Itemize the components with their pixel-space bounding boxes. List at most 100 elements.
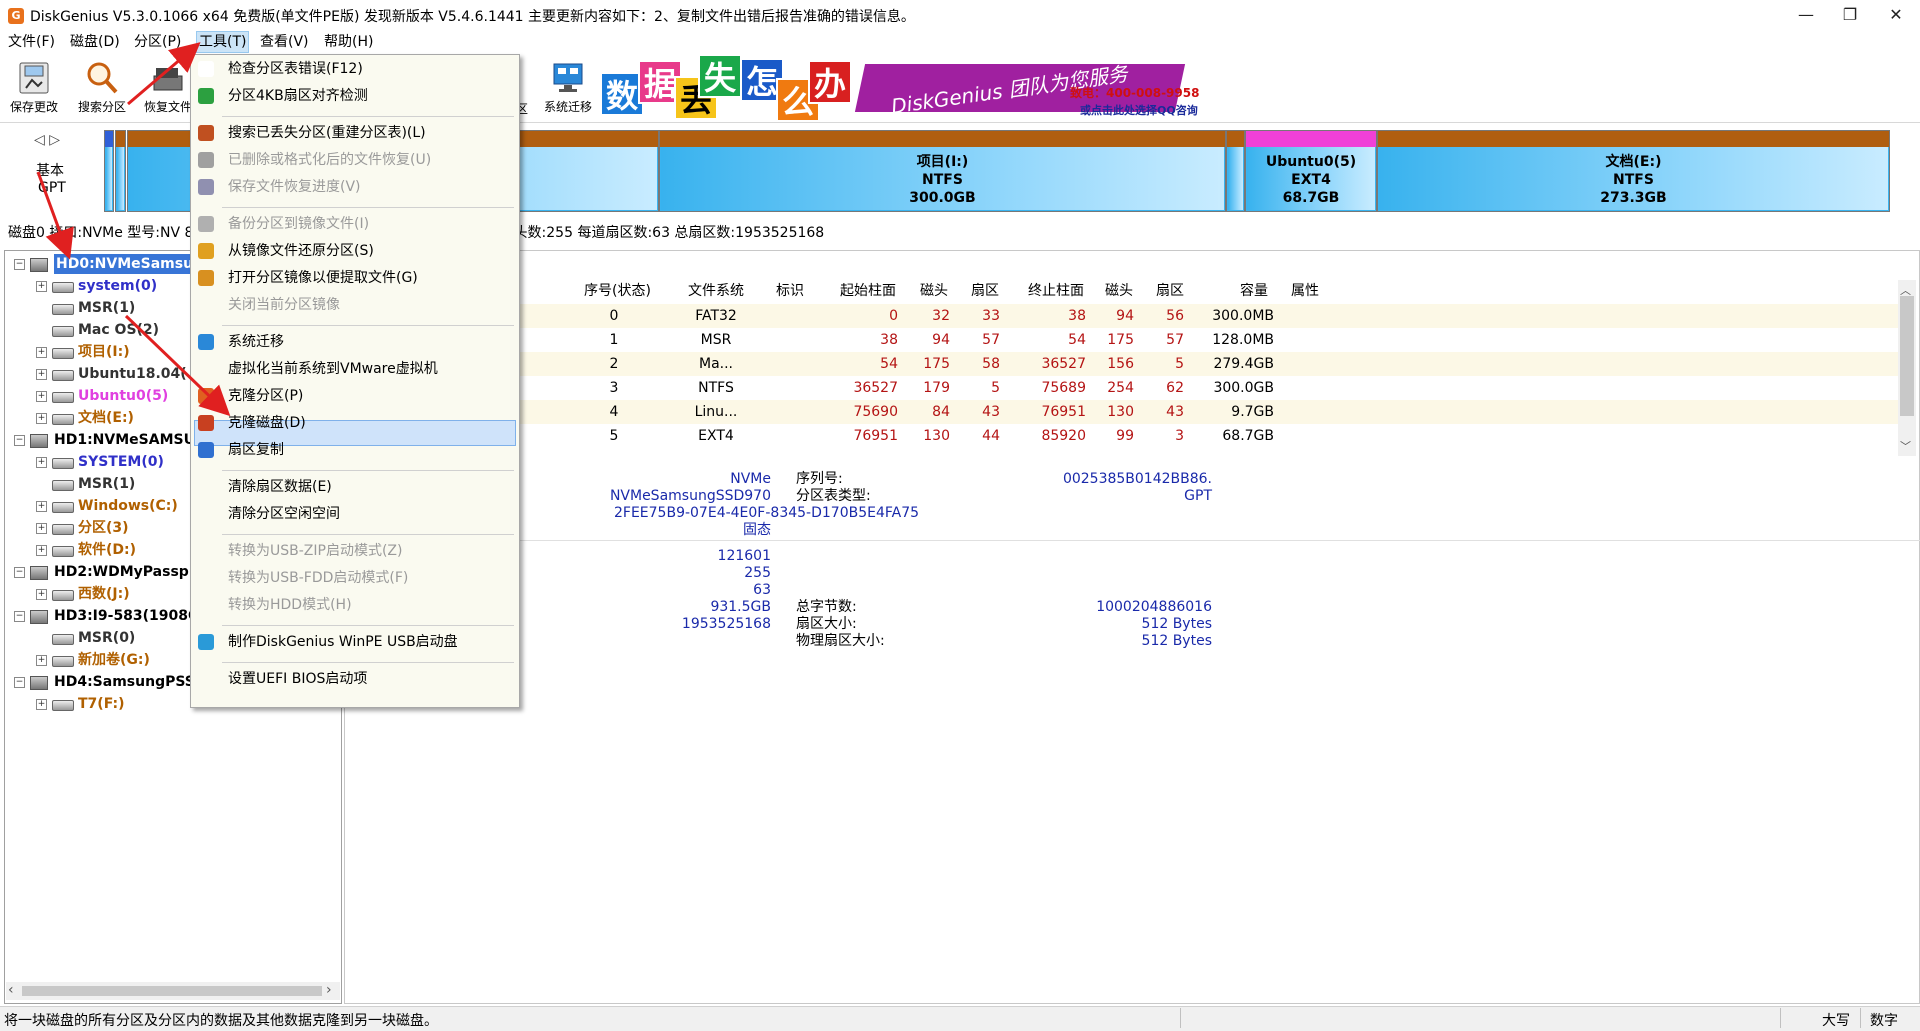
- scroll-left-icon[interactable]: ‹: [8, 982, 14, 998]
- partition-name: 文档(E:): [1605, 154, 1662, 170]
- menu-item-icon: [198, 442, 214, 458]
- tools-menu-item[interactable]: 清除分区空闲空间: [228, 503, 340, 525]
- table-cell: 32: [932, 308, 950, 324]
- menu-tools[interactable]: 工具(T): [196, 31, 250, 53]
- close-button[interactable]: ✕: [1868, 0, 1920, 30]
- tools-menu-item[interactable]: 搜索已丢失分区(重建分区表)(L): [228, 122, 426, 144]
- tree-expand-toggle[interactable]: +: [36, 545, 47, 556]
- tree-partition-item[interactable]: 文档(E:): [78, 408, 134, 428]
- tree-partition-item[interactable]: 新加卷(G:): [78, 650, 150, 670]
- tree-partition-item[interactable]: Ubuntu0(5): [78, 386, 168, 406]
- tree-expand-toggle[interactable]: −: [14, 611, 25, 622]
- table-header-cell[interactable]: 文件系统: [686, 280, 746, 302]
- menu-separator: [222, 662, 514, 663]
- tree-partition-item[interactable]: 分区(3): [78, 518, 129, 538]
- tools-menu-item: 转换为USB-FDD启动模式(F): [228, 570, 409, 586]
- tools-menu-item[interactable]: 检查分区表错误(F12): [228, 58, 363, 80]
- tree-disk-item[interactable]: HD1:NVMeSAMSU: [54, 430, 195, 450]
- tree-partition-item[interactable]: MSR(1): [78, 474, 135, 494]
- tools-menu-item[interactable]: 扇区复制: [228, 439, 284, 461]
- tree-expand-toggle[interactable]: +: [36, 699, 47, 710]
- tree-scroll-thumb[interactable]: [22, 986, 322, 996]
- tree-expand-toggle[interactable]: +: [36, 523, 47, 534]
- tree-disk-item[interactable]: HD3:I9-583(1908G: [54, 606, 200, 626]
- partition-block-docs[interactable]: 文档(E:) NTFS 273.3GB: [1377, 130, 1890, 212]
- table-cell: 156: [1107, 356, 1134, 372]
- menu-help[interactable]: 帮助(H): [322, 32, 375, 52]
- tree-expand-toggle[interactable]: +: [36, 655, 47, 666]
- banner-char: 失: [698, 54, 742, 98]
- tree-partition-item[interactable]: Windows(C:): [78, 496, 178, 516]
- search-partition-button[interactable]: 搜索分区: [70, 56, 134, 118]
- tree-partition-item[interactable]: system(0): [78, 276, 157, 296]
- tree-expand-toggle[interactable]: +: [36, 369, 47, 380]
- tree-disk-item[interactable]: HD0:NVMeSamsu: [54, 254, 196, 274]
- tree-expand-toggle[interactable]: +: [36, 457, 47, 468]
- tree-disk-item[interactable]: HD4:SamsungPSS: [54, 672, 195, 692]
- table-header-cell[interactable]: 属性: [1275, 280, 1335, 302]
- tree-expand-toggle[interactable]: −: [14, 259, 25, 270]
- tools-menu-item: 保存文件恢复进度(V): [228, 179, 361, 195]
- tools-menu-item[interactable]: 系统迁移: [228, 331, 284, 353]
- table-scroll-thumb[interactable]: [1900, 296, 1914, 416]
- ad-banner[interactable]: 数 据 丢 失 怎 么 办 DiskGenius 团队为您服务 致电：400-0…: [600, 54, 1212, 120]
- tree-expand-toggle[interactable]: −: [14, 677, 25, 688]
- tree-expand-toggle[interactable]: +: [36, 589, 47, 600]
- tree-partition-item[interactable]: 西数(J:): [78, 584, 130, 604]
- table-header-cell[interactable]: 标识: [760, 280, 820, 302]
- disk-nav-arrows[interactable]: ◁ ▷: [34, 132, 60, 148]
- tree-partition-item[interactable]: MSR(1): [78, 298, 135, 318]
- tree-partition-item[interactable]: Ubuntu18.04(: [78, 364, 187, 384]
- tree-partition-item[interactable]: 项目(I:): [78, 342, 130, 362]
- tree-expand-toggle[interactable]: +: [36, 413, 47, 424]
- tree-expand-toggle[interactable]: −: [14, 435, 25, 446]
- tree-expand-toggle[interactable]: −: [14, 567, 25, 578]
- info-total-bytes-label: 总字节数:: [796, 599, 857, 615]
- tools-menu-item[interactable]: 克隆分区(P): [228, 385, 303, 407]
- scroll-down-icon[interactable]: ﹀: [1900, 438, 1911, 454]
- partition-block-projects[interactable]: 项目(I:) NTFS 300.0GB: [659, 130, 1226, 212]
- table-header-cell[interactable]: 终止柱面: [1026, 280, 1086, 302]
- tree-partition-item[interactable]: T7(F:): [78, 694, 124, 714]
- tree-partition-item[interactable]: SYSTEM(0): [78, 452, 164, 472]
- menu-separator: [222, 116, 514, 117]
- partition-block-linux[interactable]: [1226, 130, 1245, 212]
- tree-partition-item[interactable]: MSR(0): [78, 628, 135, 648]
- tools-menu-item[interactable]: 从镜像文件还原分区(S): [228, 240, 374, 262]
- disk-type-label: 基本: [36, 163, 64, 179]
- tools-menu-item[interactable]: 分区4KB扇区对齐检测: [228, 85, 368, 107]
- tree-expand-toggle[interactable]: +: [36, 281, 47, 292]
- tools-menu-item[interactable]: 克隆磁盘(D): [228, 412, 306, 434]
- menu-view[interactable]: 查看(V): [258, 32, 311, 52]
- partition-block-1[interactable]: [115, 130, 126, 212]
- tools-menu-item[interactable]: 制作DiskGenius WinPE USB启动盘: [228, 631, 458, 653]
- partition-name: Ubuntu0(5): [1265, 154, 1357, 170]
- tools-menu-item[interactable]: 设置UEFI BIOS启动项: [228, 668, 367, 690]
- table-header-cell[interactable]: 序号(状态): [584, 280, 651, 302]
- tools-menu-item[interactable]: 清除扇区数据(E): [228, 476, 332, 498]
- table-header-cell[interactable]: 扇区: [955, 280, 1015, 302]
- menu-partition[interactable]: 分区(P): [132, 32, 183, 52]
- partition-block-0[interactable]: [104, 130, 114, 212]
- system-migrate-button[interactable]: 系统迁移: [536, 56, 600, 118]
- table-header-cell[interactable]: 起始柱面: [838, 280, 898, 302]
- tree-expand-toggle[interactable]: +: [36, 347, 47, 358]
- menu-separator: [222, 470, 514, 471]
- banner-qq-link[interactable]: 或点击此处选择QQ咨询: [1080, 102, 1198, 118]
- scroll-right-icon[interactable]: ›: [326, 982, 332, 998]
- tree-partition-item[interactable]: Mac OS(2): [78, 320, 159, 340]
- tree-disk-item[interactable]: HD2:WDMyPassp: [54, 562, 189, 582]
- tools-menu-item[interactable]: 打开分区镜像以便提取文件(G): [228, 267, 418, 289]
- menu-disk[interactable]: 磁盘(D): [68, 32, 122, 52]
- table-header-cell[interactable]: 扇区: [1140, 280, 1200, 302]
- save-changes-button[interactable]: 保存更改: [2, 56, 66, 118]
- menu-file[interactable]: 文件(F): [6, 32, 57, 52]
- tree-expand-toggle[interactable]: +: [36, 391, 47, 402]
- tree-expand-toggle[interactable]: +: [36, 501, 47, 512]
- partition-block-ubuntu[interactable]: Ubuntu0(5) EXT4 68.7GB: [1245, 130, 1377, 212]
- num-lock-indicator: 数字: [1870, 1013, 1898, 1029]
- tools-menu-item[interactable]: 虚拟化当前系统到VMware虚拟机: [228, 358, 438, 380]
- tree-partition-item[interactable]: 软件(D:): [78, 540, 136, 560]
- table-cell: 0: [889, 308, 898, 324]
- scroll-up-icon[interactable]: ︿: [1900, 282, 1911, 298]
